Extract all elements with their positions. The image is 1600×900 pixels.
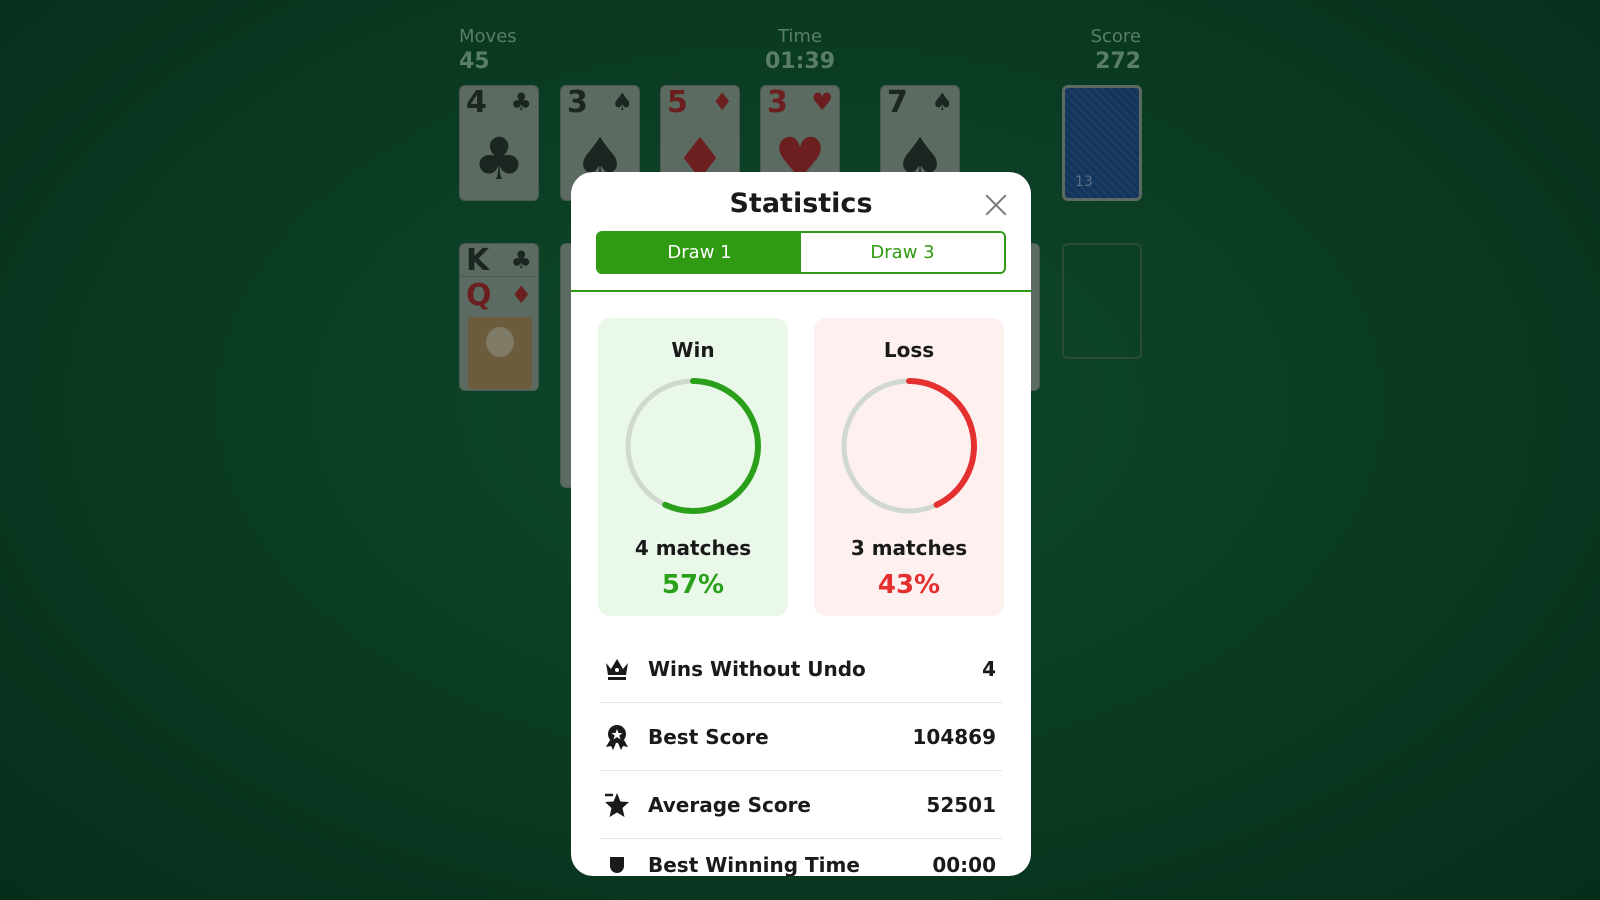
tab-draw-3[interactable]: Draw 3	[801, 233, 1004, 272]
card-foundation-1[interactable]: 4 ♣ ♣	[459, 85, 539, 201]
loss-stat-card: Loss 3 matches 43%	[814, 318, 1004, 616]
win-percent: 57%	[661, 570, 725, 600]
queen-face-icon	[468, 317, 532, 389]
spade-icon: ♠	[611, 88, 633, 116]
stat-row-label: Average Score	[648, 792, 811, 817]
club-icon: ♣	[473, 125, 525, 193]
crown-icon	[602, 654, 632, 684]
stock-pile[interactable]: 13	[1062, 85, 1142, 201]
draw-mode-tabs: Draw 1 Draw 3	[596, 231, 1006, 274]
loss-percent: 43%	[877, 570, 941, 600]
stat-row-label: Best Winning Time	[648, 853, 860, 876]
loss-heading: Loss	[883, 338, 935, 362]
stat-row-value: 00:00	[932, 853, 996, 876]
tab-draw-1[interactable]: Draw 1	[598, 233, 801, 272]
club-icon: ♣	[510, 88, 532, 116]
stat-row-label: Best Score	[648, 724, 769, 749]
stat-row-best-winning-time: Best Winning Time 00:00	[600, 839, 1002, 876]
diamond-icon: ♦	[711, 88, 733, 116]
heart-icon: ♥	[811, 88, 833, 116]
trophy-icon	[602, 853, 632, 876]
stat-row-value: 52501	[926, 792, 996, 817]
score-value: 272	[1095, 49, 1141, 74]
win-matches: 4 matches	[634, 536, 752, 560]
moves-label: Moves	[459, 26, 517, 47]
loss-matches: 3 matches	[850, 536, 968, 560]
tableau-card-queen[interactable]: Q ♦	[460, 276, 538, 390]
club-icon: ♣	[510, 246, 532, 274]
statistics-dialog: Statistics Draw 1 Draw 3 Win 4 matches 5…	[571, 172, 1031, 876]
score-counter: Score 272	[1075, 26, 1141, 74]
card-rank: Q	[466, 278, 492, 313]
win-stat-card: Win 4 matches 57%	[598, 318, 788, 616]
spade-icon: ♠	[931, 88, 953, 116]
card-rank: 3	[567, 85, 588, 120]
stat-row-wins-without-undo: Wins Without Undo 4	[600, 635, 1002, 703]
empty-tableau-slot[interactable]	[1062, 243, 1142, 359]
card-rank: 5	[667, 85, 688, 120]
moves-counter: Moves 45	[459, 26, 517, 74]
stat-row-value: 104869	[912, 724, 997, 749]
moves-value: 45	[459, 49, 490, 74]
stock-count: 13	[1075, 174, 1093, 190]
medal-icon	[602, 722, 632, 752]
win-ring	[625, 378, 761, 514]
stats-list: Wins Without Undo 4 Best Score 104869 Av…	[600, 635, 1002, 876]
score-label: Score	[1090, 26, 1141, 47]
win-heading: Win	[671, 338, 715, 362]
stat-row-best-score: Best Score 104869	[600, 703, 1002, 771]
tab-divider	[571, 290, 1031, 292]
star-icon	[602, 790, 632, 820]
card-rank: 4	[466, 85, 487, 120]
stat-row-label: Wins Without Undo	[648, 656, 866, 681]
card-rank: 3	[767, 85, 788, 120]
stat-row-average-score: Average Score 52501	[600, 771, 1002, 839]
time-value: 01:39	[765, 49, 836, 74]
close-icon[interactable]	[981, 190, 1011, 220]
card-rank: K	[466, 243, 490, 278]
tableau-column-1[interactable]: K ♣ Q ♦	[459, 243, 539, 391]
stat-row-value: 4	[982, 656, 996, 681]
time-counter: Time 01:39	[765, 26, 835, 74]
diamond-icon: ♦	[510, 281, 532, 309]
time-label: Time	[777, 26, 823, 47]
loss-ring	[841, 378, 977, 514]
dialog-title: Statistics	[729, 188, 873, 219]
card-rank: 7	[887, 85, 908, 120]
